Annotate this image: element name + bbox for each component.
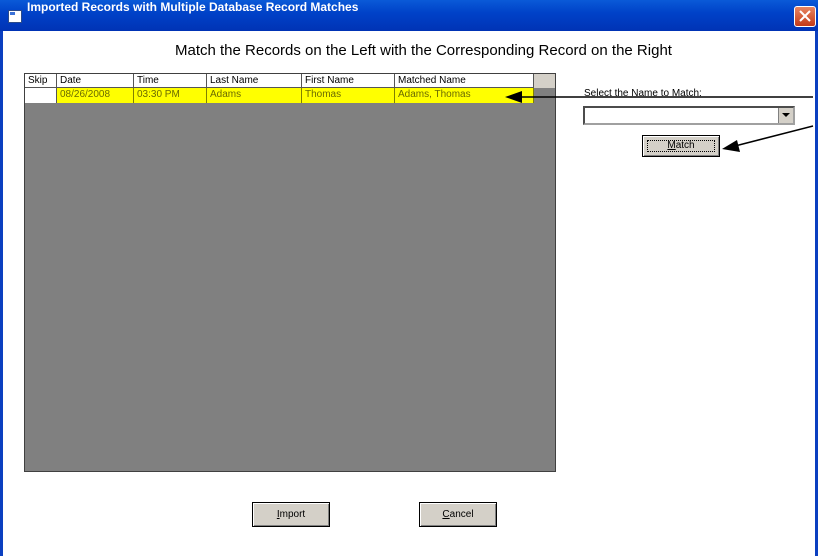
dialog-window: Imported Records with Multiple Database … xyxy=(0,0,818,556)
arrow-head-row xyxy=(505,91,522,103)
annotation-arrows xyxy=(505,91,814,152)
arrow-line-match xyxy=(734,125,814,147)
arrow-head-match xyxy=(722,140,740,152)
